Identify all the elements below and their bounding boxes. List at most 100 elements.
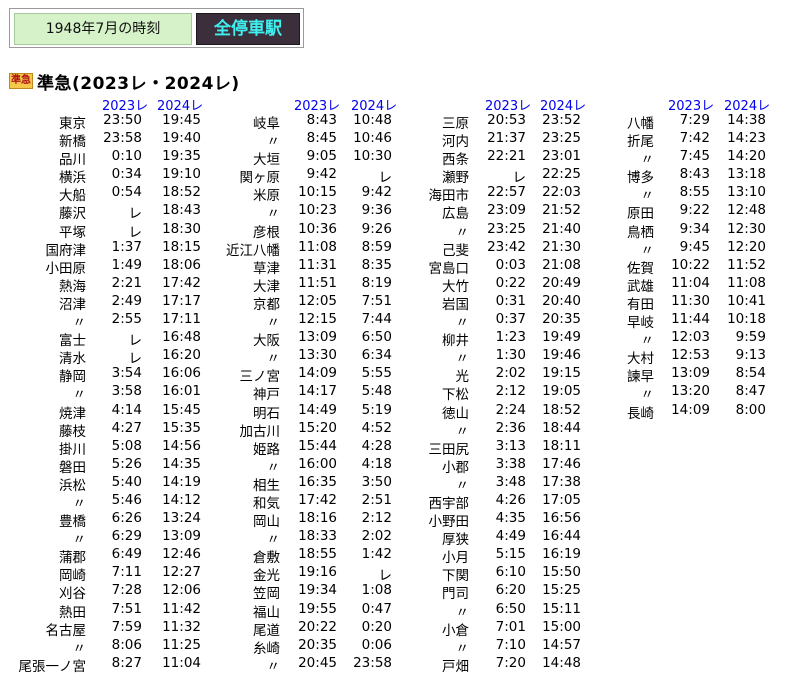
time-2024: 8:59	[361, 238, 392, 255]
time-2023: 19:34	[298, 582, 337, 599]
time-2024: 23:52	[542, 112, 581, 128]
time-2024: 21:08	[542, 256, 581, 273]
time-2023: 22:57	[487, 184, 526, 201]
time-2023: 9:22	[679, 202, 710, 219]
table-row: 八幡 7:29 14:38	[600, 111, 803, 132]
date-label[interactable]: 1948年7月の時刻	[14, 13, 192, 45]
time-2023: 18:16	[298, 510, 337, 527]
time-2024: 15:25	[542, 582, 581, 599]
time-2024: 17:17	[162, 292, 201, 309]
time-2024: 18:44	[542, 419, 581, 436]
time-2023: 6:10	[495, 564, 526, 581]
time-2024: 17:42	[162, 274, 201, 291]
time-2024: 7:44	[361, 311, 392, 328]
time-2023: 10:36	[298, 220, 337, 237]
time-2023: 19:55	[298, 600, 337, 617]
table-row: 福山 19:55 0:47	[200, 600, 420, 621]
table-row: 〃 6:29 13:09	[0, 527, 220, 548]
time-2024: 19:40	[162, 130, 201, 147]
table-row: 〃 8:55 13:10	[600, 183, 803, 204]
time-2024: 14:35	[162, 455, 201, 472]
time-2024: 14:48	[542, 654, 581, 671]
station-name: 〃	[266, 658, 281, 675]
time-2024: 19:45	[162, 112, 201, 128]
time-2024: 8:19	[361, 274, 392, 291]
table-row: 大津 11:51 8:19	[200, 274, 420, 295]
time-2023: 7:42	[679, 130, 710, 147]
table-row: 〃 9:45 12:20	[600, 238, 803, 259]
express-badge-icon: 準急	[9, 73, 33, 89]
time-2024: 10:46	[353, 130, 392, 147]
table-row: 新橋 23:58 19:40	[0, 129, 220, 150]
table-row: 海田市 22:57 22:03	[400, 183, 620, 204]
time-2024: 1:08	[361, 582, 392, 599]
time-2024: 11:32	[162, 618, 201, 635]
table-row: 東京 23:50 19:45	[0, 111, 220, 132]
time-2024: 21:30	[542, 238, 581, 255]
table-row: 〃 2:36 18:44	[400, 419, 620, 440]
time-2023: 4:27	[111, 419, 142, 436]
table-row: 浜松 5:40 14:19	[0, 473, 220, 494]
time-2023: 13:09	[298, 329, 337, 346]
time-2023: 2:02	[495, 365, 526, 382]
time-2023: 23:42	[487, 238, 526, 255]
time-2023: 2:21	[111, 274, 142, 291]
table-row: 厚狭 4:49 16:44	[400, 527, 620, 548]
column-header-row: 2023レ 2024レ	[0, 93, 220, 114]
table-row: 近江八幡 11:08 8:59	[200, 238, 420, 259]
time-2023: 1:37	[111, 238, 142, 255]
table-row: 早岐 11:44 10:18	[600, 310, 803, 331]
time-2024: 10:18	[727, 311, 766, 328]
column-header-row: 2023レ 2024レ	[200, 93, 420, 114]
time-2024: 19:05	[542, 383, 581, 400]
time-2024: 16:06	[162, 365, 201, 382]
table-row: 〃 13:30 6:34	[200, 346, 420, 367]
table-row: 小野田 4:35 16:56	[400, 509, 620, 530]
time-2023: 10:22	[671, 256, 710, 273]
time-2024: 13:10	[727, 184, 766, 201]
time-2023: 12:15	[298, 311, 337, 328]
table-row: 〃 2:55 17:11	[0, 310, 220, 331]
time-2024: 14:57	[542, 636, 581, 653]
time-2024: 16:56	[542, 510, 581, 527]
time-2023: 4:49	[495, 528, 526, 545]
table-row: 小郡 3:38 17:46	[400, 455, 620, 476]
time-2023: 16:00	[298, 455, 337, 472]
time-2023: 7:29	[679, 112, 710, 128]
table-row: 〃 13:20 8:47	[600, 382, 803, 403]
time-2023: 7:01	[495, 618, 526, 635]
all-stops-tab[interactable]: 全停車駅	[196, 13, 300, 45]
table-row: 岩国 0:31 20:40	[400, 292, 620, 313]
train-name: 準急(2023レ・2024レ)	[37, 73, 240, 94]
time-2023: 23:09	[487, 202, 526, 219]
table-row: 岐阜 8:43 10:48	[200, 111, 420, 132]
table-row: 岡山 18:16 2:12	[200, 509, 420, 530]
time-2023: 5:08	[111, 437, 142, 454]
table-row: 笠岡 19:34 1:08	[200, 581, 420, 602]
time-2023: 19:16	[298, 564, 337, 581]
time-2024: 6:34	[361, 347, 392, 364]
time-2024: 22:25	[542, 166, 581, 183]
table-row: 大阪 13:09 6:50	[200, 328, 420, 349]
time-2023: 10:15	[298, 184, 337, 201]
table-row: 尾道 20:22 0:20	[200, 618, 420, 639]
time-2023: 16:35	[298, 473, 337, 490]
time-2024: 17:46	[542, 455, 581, 472]
table-row: 大船 0:54 18:52	[0, 183, 220, 204]
time-2023: 4:14	[111, 401, 142, 418]
table-row: 柳井 1:23 19:49	[400, 328, 620, 349]
table-row: 〃 1:30 19:46	[400, 346, 620, 367]
time-2023: 3:58	[111, 383, 142, 400]
time-2024: 23:25	[542, 130, 581, 147]
time-2023: 23:50	[103, 112, 142, 128]
time-2024: 9:26	[361, 220, 392, 237]
time-2023: 8:06	[111, 636, 142, 653]
time-2023: 21:37	[487, 130, 526, 147]
time-2023: 0:10	[111, 148, 142, 165]
time-2023: 8:43	[306, 112, 337, 128]
time-2024: 10:41	[727, 292, 766, 309]
table-row: 三田尻 3:13 18:11	[400, 437, 620, 458]
table-row: 戸畑 7:20 14:48	[400, 654, 620, 675]
table-row: 原田 9:22 12:48	[600, 201, 803, 222]
table-row: 大竹 0:22 20:49	[400, 274, 620, 295]
